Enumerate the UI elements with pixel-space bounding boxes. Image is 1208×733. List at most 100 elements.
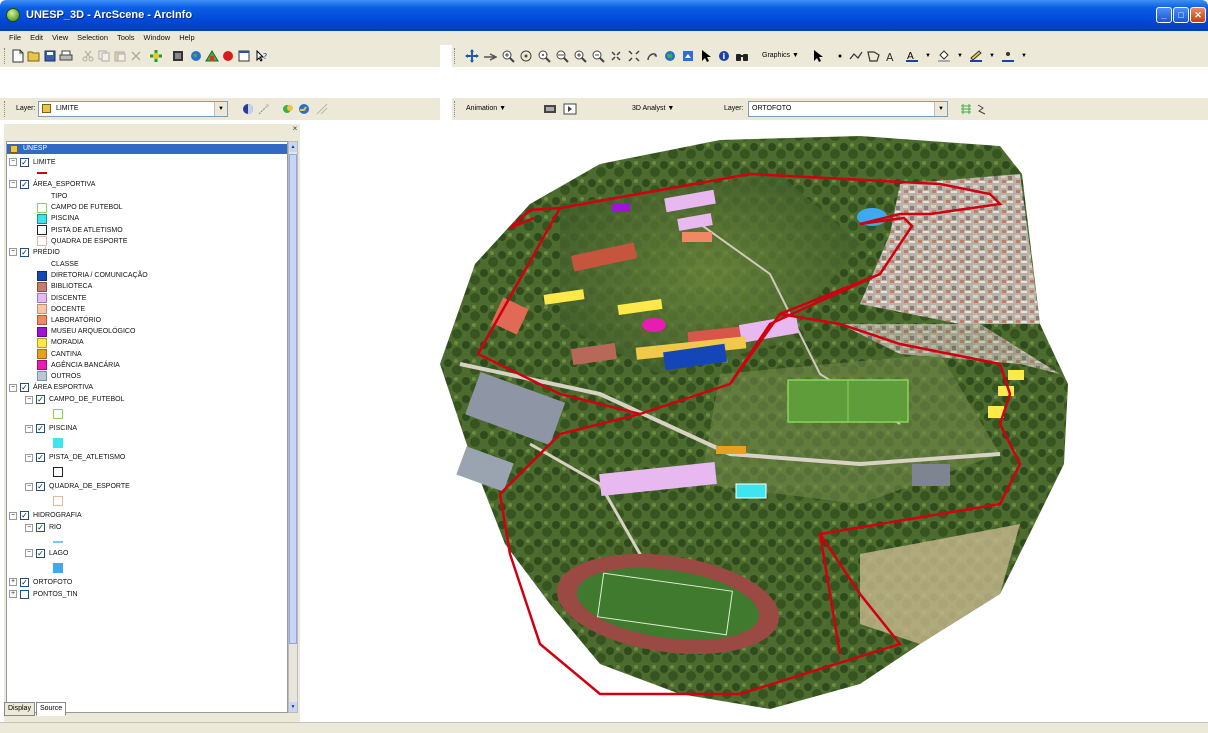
- visibility-checkbox[interactable]: ✓: [36, 424, 45, 434]
- animation-capture-icon[interactable]: [542, 101, 558, 117]
- fill-color-icon[interactable]: [936, 48, 952, 64]
- toc-sublayer[interactable]: − ✓ CAMPO_DE_FUTEBOL: [25, 394, 124, 406]
- save-icon[interactable]: [42, 48, 58, 64]
- zoom-out-icon[interactable]: [590, 48, 606, 64]
- expand-icon[interactable]: +: [9, 590, 17, 599]
- set-observer-icon[interactable]: [554, 48, 570, 64]
- marker-color-icon[interactable]: [1000, 48, 1016, 64]
- full-extent-icon[interactable]: [626, 48, 642, 64]
- menu-file[interactable]: File: [9, 31, 21, 45]
- line-icon[interactable]: [848, 48, 864, 64]
- dropdown-arrow-icon[interactable]: ▼: [952, 48, 968, 64]
- toc-scrollbar[interactable]: ▲ ▼: [288, 141, 298, 713]
- whats-this-help-icon[interactable]: ?: [254, 48, 270, 64]
- menu-help[interactable]: Help: [179, 31, 194, 45]
- visibility-checkbox[interactable]: ✓: [20, 247, 29, 257]
- select-elements-icon[interactable]: [810, 48, 826, 64]
- collapse-icon[interactable]: −: [9, 248, 17, 257]
- collapse-icon[interactable]: −: [25, 523, 33, 532]
- orthophoto-scene[interactable]: [300, 124, 1208, 722]
- transparency-icon[interactable]: [240, 101, 256, 117]
- collapse-icon[interactable]: −: [9, 383, 17, 392]
- visibility-checkbox[interactable]: ✓: [36, 548, 45, 558]
- lighting-icon[interactable]: [256, 101, 272, 117]
- toc-sublayer[interactable]: − ✓ LAGO: [25, 547, 68, 559]
- visibility-checkbox[interactable]: ✓: [36, 482, 45, 492]
- toc-root-unesp[interactable]: UNESP: [7, 144, 287, 154]
- scroll-up-icon[interactable]: ▲: [289, 142, 297, 152]
- pan-icon[interactable]: [608, 48, 624, 64]
- menu-view[interactable]: View: [52, 31, 68, 45]
- find-binoculars-icon[interactable]: [734, 48, 750, 64]
- point-icon[interactable]: [832, 48, 848, 64]
- scene-view[interactable]: [300, 124, 1208, 722]
- toc-layer[interactable]: − ✓ ÁREA_ESPORTIVA: [9, 178, 95, 190]
- layer-select[interactable]: LIMITE ▼: [38, 101, 228, 117]
- chevron-down-icon[interactable]: ▼: [214, 102, 227, 116]
- visibility-checkbox[interactable]: ✓: [20, 179, 29, 189]
- analyst-layer-select[interactable]: ORTOFOTO ▼: [748, 101, 948, 117]
- toc-sublayer[interactable]: − ✓ PISCINA: [25, 423, 77, 435]
- toc-layer[interactable]: − ✓ HIDROGRAFIA: [9, 510, 82, 522]
- toc-sublayer[interactable]: − ✓ PISTA_DE_ATLETISMO: [25, 452, 125, 464]
- visibility-checkbox[interactable]: ✓: [36, 453, 45, 463]
- visibility-checkbox[interactable]: ✓: [20, 157, 29, 167]
- center-on-target-icon[interactable]: [518, 48, 534, 64]
- collapse-icon[interactable]: −: [9, 511, 17, 520]
- text-icon[interactable]: A: [884, 48, 900, 64]
- toc-layer[interactable]: + PONTOS_TIN: [9, 588, 78, 600]
- minimize-button[interactable]: _: [1156, 7, 1172, 23]
- contour-icon[interactable]: [958, 101, 974, 117]
- add-data-icon[interactable]: [148, 48, 164, 64]
- cut-icon[interactable]: [80, 48, 96, 64]
- visibility-checkbox[interactable]: ✓: [20, 383, 29, 393]
- copy-icon[interactable]: [96, 48, 112, 64]
- fly-icon[interactable]: [482, 48, 498, 64]
- polygon-icon[interactable]: [866, 48, 882, 64]
- narrow-field-icon[interactable]: [644, 48, 660, 64]
- visibility-checkbox[interactable]: ✓: [20, 577, 29, 587]
- collapse-icon[interactable]: −: [25, 549, 33, 558]
- collapse-icon[interactable]: −: [25, 482, 33, 491]
- new-document-icon[interactable]: [10, 48, 26, 64]
- dropdown-arrow-icon[interactable]: ▼: [984, 48, 1000, 64]
- collapse-icon[interactable]: −: [9, 158, 17, 166]
- arctoolbox-icon[interactable]: [204, 48, 220, 64]
- tab-display[interactable]: Display: [4, 702, 35, 716]
- close-button[interactable]: ✕: [1190, 7, 1206, 23]
- visibility-checkbox[interactable]: ✓: [36, 523, 45, 533]
- red-sphere-icon[interactable]: [220, 48, 236, 64]
- toc-layer[interactable]: − ✓ PRÉDIO: [9, 246, 60, 258]
- menu-tools[interactable]: Tools: [117, 31, 135, 45]
- globe-icon[interactable]: [188, 48, 204, 64]
- menu-window[interactable]: Window: [144, 31, 171, 45]
- menu-edit[interactable]: Edit: [30, 31, 43, 45]
- shading-icon[interactable]: [280, 101, 296, 117]
- collapse-icon[interactable]: −: [25, 424, 33, 433]
- delete-icon[interactable]: [128, 48, 144, 64]
- depth-priority-icon[interactable]: [296, 101, 312, 117]
- select-arrow-icon[interactable]: [698, 48, 714, 64]
- window-frame-icon[interactable]: [236, 48, 252, 64]
- chevron-down-icon[interactable]: ▼: [934, 102, 947, 116]
- expand-icon[interactable]: +: [9, 578, 17, 587]
- scene-properties-icon[interactable]: [170, 48, 186, 64]
- toc-layer[interactable]: + ✓ ORTOFOTO: [9, 576, 72, 588]
- zoom-in-out-icon[interactable]: [572, 48, 588, 64]
- steepest-path-icon[interactable]: [974, 101, 990, 117]
- visibility-checkbox[interactable]: ✓: [20, 511, 29, 521]
- identify-icon[interactable]: i: [716, 48, 732, 64]
- graphics-menu[interactable]: Graphics ▼: [762, 48, 799, 64]
- zoom-in-icon[interactable]: [500, 48, 516, 64]
- dropdown-arrow-icon[interactable]: ▼: [1016, 48, 1032, 64]
- font-color-icon[interactable]: A: [904, 48, 920, 64]
- globe-navigate-icon[interactable]: [662, 48, 678, 64]
- paste-icon[interactable]: [112, 48, 128, 64]
- open-folder-icon[interactable]: [26, 48, 42, 64]
- wireframe-icon[interactable]: [314, 101, 330, 117]
- zoom-to-target-icon[interactable]: [536, 48, 552, 64]
- tab-source[interactable]: Source: [35, 702, 67, 716]
- navigate-icon[interactable]: [464, 48, 480, 64]
- scroll-thumb[interactable]: [289, 154, 297, 644]
- menu-selection[interactable]: Selection: [77, 31, 108, 45]
